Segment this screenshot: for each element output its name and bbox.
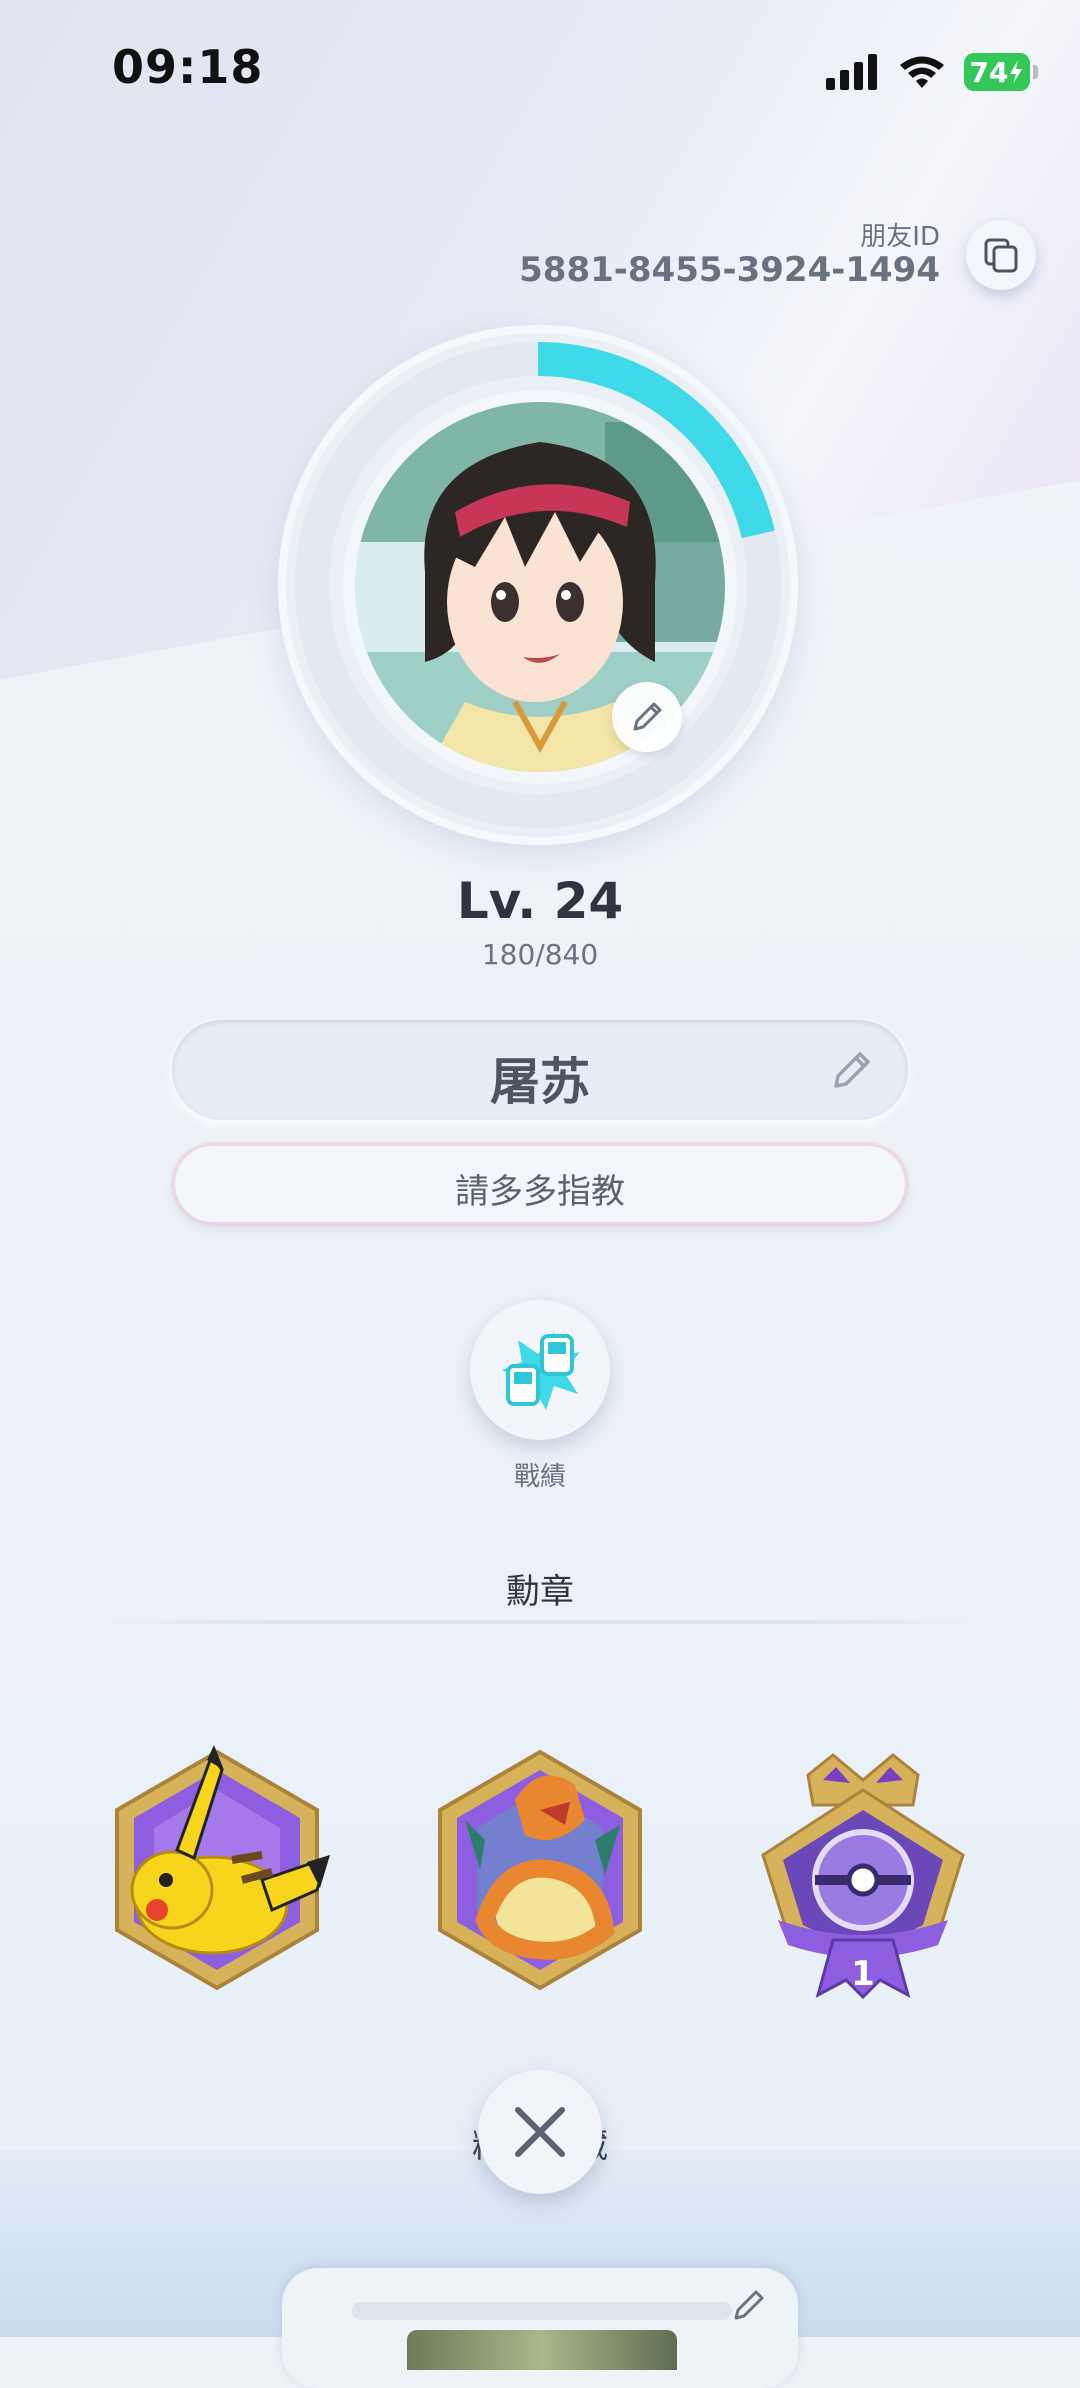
exp-counter: 180/840 [481,938,599,971]
badges-divider [90,1620,990,1624]
battle-record-button[interactable] [470,1300,610,1440]
trainer-name-field[interactable]: 屠苏 [172,1020,908,1120]
edit-name-icon[interactable] [826,1044,878,1096]
status-time: 09:18 [112,40,264,94]
motto-selector[interactable]: 請多多指教 [175,1146,905,1222]
edit-card-icon[interactable] [728,2282,772,2326]
close-button[interactable] [478,2070,602,2194]
motto-text: 請多多指教 [455,1172,625,1212]
edit-avatar-button[interactable] [612,682,682,752]
status-icons: 74 [826,50,1038,94]
charging-bolt-icon [1010,60,1023,84]
rank-number: 1 [851,1954,875,1994]
pencil-icon [633,702,662,731]
wifi-icon [900,56,944,88]
crown-rank-badge-icon: 1 [761,1753,965,2000]
battle-record-label: 戰績 [513,1462,566,1492]
card-image [407,2330,677,2370]
pikachu-badge-icon [115,1745,330,1991]
friend-id-value: 5881-8455-3924-1494 [519,250,940,290]
copy-icon [984,238,1018,273]
pikachu-badge[interactable] [102,1740,332,2000]
charizard-badge[interactable] [425,1740,655,2000]
friend-id-label: 朋友ID [860,222,940,252]
battery-indicator: 74 [964,53,1038,91]
close-icon [515,2107,565,2157]
trainer-name: 屠苏 [490,1053,590,1111]
copy-friend-id-button[interactable] [966,220,1036,290]
battle-record-icon [502,1332,580,1410]
battery-level: 74 [969,55,1009,89]
badges-title: 勳章 [506,1572,574,1612]
card-name-bar [352,2302,732,2320]
rank-1-crown-badge[interactable]: 1 [738,1735,988,2005]
charizard-badge-icon [438,1749,642,1991]
trainer-card-preview[interactable] [282,2268,798,2388]
signal-icon [826,54,877,90]
trainer-level: Lv. 24 [456,872,624,930]
